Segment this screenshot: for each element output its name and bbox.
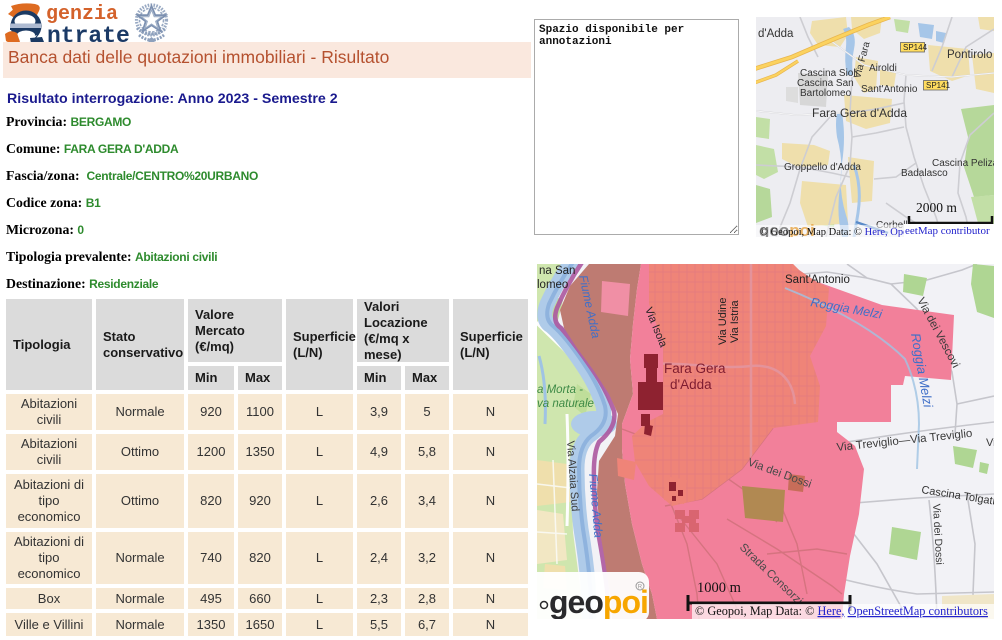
svg-text:Sant'Antonio: Sant'Antonio: [861, 84, 918, 95]
svg-text:Pontirolo: Pontirolo: [947, 49, 992, 61]
svg-text:eetMap contributor: eetMap contributor: [905, 225, 990, 237]
svg-text:Vi: Vi: [986, 437, 994, 449]
svg-text:© Geopoi, Map Data: © Here, Op: © Geopoi, Map Data: © Here, OpenS: [760, 227, 919, 237]
svg-text:Groppello d'Adda: Groppello d'Adda: [784, 162, 861, 173]
svg-text:ntrate: ntrate: [47, 23, 130, 44]
svg-text:© Geopoi, Map Data: © Here, Op: © Geopoi, Map Data: © Here, OpenStreetMa…: [695, 604, 988, 618]
svg-text:R: R: [638, 585, 643, 591]
svg-text:d'Adda: d'Adda: [758, 28, 794, 40]
svg-text:SP144: SP144: [903, 43, 928, 52]
svg-text:Airoldi: Airoldi: [869, 63, 897, 74]
svg-text:Via Istria: Via Istria: [729, 300, 741, 343]
svg-text:Badalasco: Badalasco: [901, 168, 948, 179]
svg-text:lomeo: lomeo: [537, 279, 568, 291]
svg-text:Bartolomeo: Bartolomeo: [800, 88, 852, 99]
svg-text:Fara Gera d'Adda: Fara Gera d'Adda: [812, 106, 907, 120]
svg-text:na San: na San: [539, 265, 575, 277]
svg-text:SP141: SP141: [926, 81, 951, 90]
svg-text:1000 m: 1000 m: [697, 580, 742, 596]
svg-text:Sant'Antonio: Sant'Antonio: [785, 274, 850, 286]
svg-text:a Morta -: a Morta -: [537, 384, 583, 396]
svg-text:va naturale: va naturale: [537, 398, 594, 410]
svg-text:Via Udine: Via Udine: [717, 298, 729, 346]
svg-text:geopoi: geopoi: [549, 584, 648, 619]
svg-text:Cascina Peliza: Cascina Peliza: [932, 158, 994, 169]
svg-text:2000 m: 2000 m: [916, 200, 957, 215]
svg-text:Fara Gera: Fara Gera: [664, 361, 726, 376]
svg-text:d'Adda: d'Adda: [670, 377, 712, 392]
